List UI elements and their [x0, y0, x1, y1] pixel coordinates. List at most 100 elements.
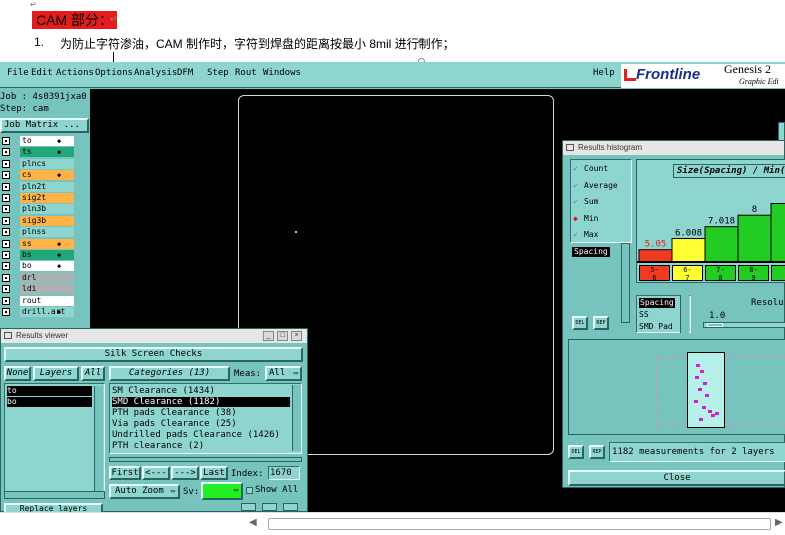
categories-header[interactable]: Categories (13) — [109, 366, 230, 381]
layer-name[interactable]: bs — [20, 250, 74, 260]
layer-checkbox[interactable] — [2, 159, 10, 168]
rep-button[interactable]: REP — [593, 316, 609, 330]
scrollbar[interactable] — [94, 386, 103, 494]
layer-checkbox[interactable] — [2, 205, 10, 214]
layer-name[interactable]: cs — [20, 170, 74, 181]
measure-item[interactable]: SS — [639, 310, 649, 319]
sv-color-swatch[interactable]: ▭ — [201, 482, 243, 500]
layer-checkbox[interactable] — [2, 262, 10, 271]
menu-actions[interactable]: Actions — [56, 68, 94, 78]
category-item[interactable]: PTH clearance (2) — [112, 441, 290, 451]
resolution-slider[interactable] — [703, 322, 785, 328]
filter-layers-button[interactable]: Layers — [33, 366, 79, 381]
layer-checkbox[interactable] — [2, 171, 10, 180]
layer-checkbox[interactable] — [2, 137, 10, 145]
check-set-header[interactable]: Silk Screen Checks — [4, 347, 303, 362]
menu-dfm[interactable]: DFM — [177, 68, 193, 78]
menu-windows[interactable]: Windows — [263, 68, 301, 78]
histogram-bar[interactable] — [770, 203, 785, 262]
menu-edit[interactable]: Edit — [31, 68, 53, 78]
rep-button[interactable]: REP — [589, 445, 605, 459]
layer-row[interactable]: sig3b — [2, 215, 88, 226]
layer-checkbox[interactable] — [2, 228, 10, 237]
category-item[interactable]: PTH pads Clearance (38) — [112, 408, 290, 418]
menu-file[interactable]: File — [7, 68, 29, 78]
show-all-checkbox[interactable] — [246, 487, 253, 494]
layer-name[interactable]: bo — [20, 261, 74, 272]
layer-checkbox[interactable] — [2, 194, 10, 202]
layer-name[interactable]: ts — [20, 147, 74, 158]
slider-thumb[interactable] — [707, 323, 723, 327]
tool-button[interactable] — [262, 503, 277, 511]
layer-row[interactable]: pln3b — [2, 204, 88, 215]
zoom-select[interactable]: Auto Zoom ▭ — [109, 484, 180, 499]
tool-button[interactable] — [241, 503, 256, 511]
layer-checkbox[interactable] — [2, 239, 10, 248]
menu-rout[interactable]: Rout — [235, 68, 257, 78]
layer-filter-list[interactable]: to bo — [4, 383, 105, 497]
layer-row[interactable]: ldi — [2, 284, 88, 295]
layer-name[interactable]: drl — [20, 272, 74, 283]
layer-checkbox[interactable] — [2, 308, 10, 316]
layer-checkbox[interactable] — [2, 216, 10, 225]
tool-button[interactable] — [283, 503, 298, 511]
results-viewer-titlebar[interactable]: Results viewer _ □ × — [1, 329, 307, 343]
last-button[interactable]: Last — [200, 466, 228, 480]
category-list[interactable]: SM Clearance (1434) SMD Clearance (1182) P… — [109, 383, 302, 454]
layer-row[interactable]: drill.art ◆ — [2, 307, 88, 317]
layer-name[interactable]: plnss — [20, 227, 74, 238]
layer-row[interactable]: cs ◆ — [2, 170, 88, 181]
layer-name[interactable]: plncs — [20, 158, 74, 169]
category-item[interactable]: Undrilled pads Clearance (1426) — [112, 430, 290, 440]
layer-row[interactable]: bo ◆ — [2, 261, 88, 272]
layer-name[interactable]: pln2t — [20, 181, 74, 192]
layer-row[interactable]: ss ◆ — [2, 238, 88, 249]
filter-none-button[interactable]: None — [4, 366, 31, 381]
menu-help[interactable]: Help — [593, 68, 615, 78]
category-item[interactable]: SM Clearance (1434) — [112, 386, 290, 396]
layer-name[interactable]: pln3b — [20, 204, 74, 215]
layer-checkbox[interactable] — [2, 182, 10, 191]
menu-options[interactable]: Options — [95, 68, 133, 78]
del-button[interactable]: DEL — [568, 445, 584, 459]
meas-select[interactable]: All ▭ — [265, 366, 302, 381]
layer-name[interactable]: rout — [20, 295, 74, 306]
document-scrollbar[interactable]: ◀ ▶ — [0, 512, 785, 535]
maximize-icon[interactable]: □ — [277, 331, 288, 341]
next-button[interactable]: ---> — [171, 466, 199, 480]
layer-name[interactable]: ss — [20, 238, 74, 249]
scroll-right-icon[interactable]: ▶ — [775, 517, 783, 528]
histogram-bar[interactable] — [704, 226, 739, 262]
filter-all-button[interactable]: All — [81, 366, 105, 381]
layer-checkbox[interactable] — [2, 251, 10, 259]
del-button[interactable]: DEL — [572, 316, 588, 330]
layer-name[interactable]: to — [20, 136, 74, 146]
layer-checkbox[interactable] — [2, 148, 10, 157]
histogram-bar[interactable] — [737, 214, 772, 262]
layer-row[interactable]: rout — [2, 295, 88, 306]
histogram-bar[interactable] — [671, 238, 706, 262]
layer-name[interactable]: drill.art — [20, 307, 74, 317]
measure-item[interactable]: Spacing — [639, 298, 675, 308]
histogram-titlebar[interactable]: Results histogram — [563, 141, 784, 155]
layer-row[interactable]: sig2t — [2, 193, 88, 203]
layer-row[interactable]: to ◆ — [2, 136, 88, 146]
first-button[interactable]: First — [109, 466, 141, 480]
layer-name[interactable]: sig3b — [20, 215, 74, 226]
layer-row[interactable]: bs ◆ — [2, 250, 88, 260]
prev-button[interactable]: <--- — [142, 466, 170, 480]
scroll-thumb[interactable] — [268, 518, 771, 530]
measure-item[interactable]: SMD Pad — [639, 322, 673, 331]
layer-row[interactable]: drl — [2, 272, 88, 283]
scrollbar[interactable] — [621, 243, 630, 323]
menu-step[interactable]: Step — [207, 68, 229, 78]
layer-row[interactable]: ts ◆ — [2, 147, 88, 158]
layer-row[interactable]: plncs — [2, 158, 88, 169]
category-item[interactable]: SMD Clearance (1182) — [112, 397, 290, 407]
scrollbar[interactable] — [292, 385, 301, 451]
layer-row[interactable]: plnss — [2, 227, 88, 238]
close-button[interactable]: Close — [568, 470, 785, 486]
layer-checkbox[interactable] — [2, 273, 10, 282]
scrollbar[interactable] — [680, 295, 689, 333]
list-item[interactable]: to — [7, 386, 92, 396]
